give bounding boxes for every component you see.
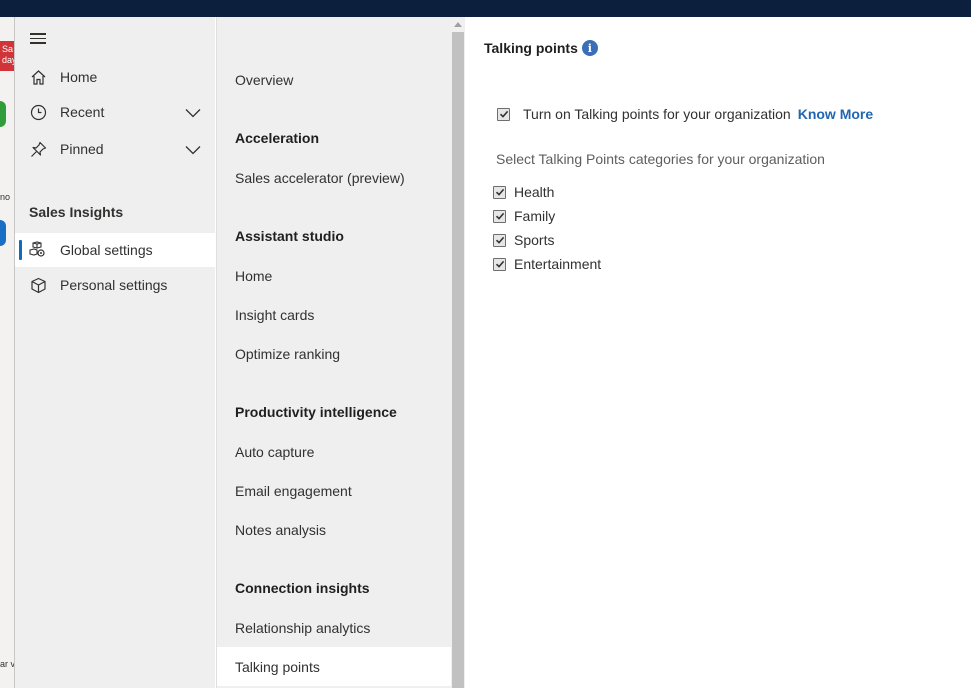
page-title: Talking points i: [484, 40, 598, 56]
scrollbar-thumb[interactable]: [452, 32, 464, 688]
hamburger-menu-icon[interactable]: [30, 33, 46, 44]
menu-item-relationship-analytics[interactable]: Relationship analytics: [217, 608, 452, 647]
menu-group-acceleration: Acceleration: [235, 130, 320, 146]
menu-group-productivity-intelligence: Productivity intelligence: [235, 404, 397, 420]
talking-points-panel: Talking points i Turn on Talking points …: [465, 17, 971, 688]
home-icon: [28, 69, 48, 86]
chevron-down-icon[interactable]: [185, 142, 201, 158]
settings-cubes-icon: [28, 241, 48, 259]
category-health: Health: [493, 184, 554, 200]
chevron-down-icon[interactable]: [185, 105, 201, 121]
enable-talking-points-checkbox[interactable]: [497, 107, 510, 121]
background-avatar-green: [0, 101, 6, 127]
sitemap-item-label: Global settings: [60, 242, 153, 258]
menu-item-sales-accelerator[interactable]: Sales accelerator (preview): [217, 158, 452, 197]
menu-item-optimize-ranking[interactable]: Optimize ranking: [217, 334, 452, 373]
menu-group-connection-insights: Connection insights: [235, 580, 370, 596]
background-badge-text-1: Sa: [2, 44, 14, 54]
sitemap-item-label: Home: [60, 69, 98, 85]
settings-menu: Overview Acceleration Sales accelerator …: [216, 17, 452, 688]
menu-item-notes-analysis[interactable]: Notes analysis: [217, 510, 452, 549]
category-family: Family: [493, 208, 555, 224]
background-snippet-1: no: [0, 192, 11, 202]
category-health-checkbox[interactable]: [493, 185, 506, 199]
menu-item-insight-cards[interactable]: Insight cards: [217, 295, 452, 334]
enable-talking-points-label: Turn on Talking points for your organiza…: [523, 106, 791, 122]
category-entertainment-checkbox[interactable]: [493, 257, 506, 271]
category-label: Sports: [514, 232, 555, 248]
background-avatar-blue: [0, 220, 6, 246]
menu-item-assistant-home[interactable]: Home: [217, 256, 452, 295]
menu-item-overview[interactable]: Overview: [217, 60, 452, 99]
sitemap-section-title: Sales Insights: [29, 204, 124, 220]
category-entertainment: Entertainment: [493, 256, 601, 272]
cube-icon: [28, 277, 48, 294]
category-family-checkbox[interactable]: [493, 209, 506, 223]
menu-scrollbar[interactable]: [451, 17, 465, 688]
category-sports-checkbox[interactable]: [493, 233, 506, 247]
clock-icon: [28, 104, 48, 121]
background-badge-text-2: day: [2, 55, 14, 65]
sitemap-item-global-settings[interactable]: Global settings: [15, 233, 215, 267]
sitemap-item-label: Pinned: [60, 141, 104, 157]
category-label: Health: [514, 184, 555, 200]
sitemap-nav: Home Recent Pinned Sales Insights Global…: [15, 17, 215, 688]
menu-group-assistant-studio: Assistant studio: [235, 228, 344, 244]
sitemap-item-label: Personal settings: [60, 277, 168, 293]
pin-icon: [28, 141, 48, 158]
menu-item-email-engagement[interactable]: Email engagement: [217, 471, 452, 510]
sitemap-item-pinned[interactable]: Pinned: [15, 132, 215, 166]
categories-label: Select Talking Points categories for you…: [496, 151, 825, 167]
menu-item-auto-capture[interactable]: Auto capture: [217, 432, 452, 471]
sitemap-item-home[interactable]: Home: [15, 60, 215, 94]
category-label: Entertainment: [514, 256, 602, 272]
info-icon[interactable]: i: [581, 40, 598, 56]
know-more-link[interactable]: Know More: [798, 106, 873, 122]
background-snippet-2: ar v: [0, 659, 15, 669]
background-app-strip: Sa day no ar v: [0, 17, 15, 688]
page-title-text: Talking points: [484, 40, 578, 56]
background-badge: Sa day: [0, 41, 14, 71]
sitemap-item-label: Recent: [60, 104, 105, 120]
top-bar: [0, 0, 971, 17]
sitemap-item-recent[interactable]: Recent: [15, 95, 215, 129]
menu-item-talking-points[interactable]: Talking points: [217, 647, 452, 686]
category-label: Family: [514, 208, 556, 224]
sitemap-item-personal-settings[interactable]: Personal settings: [15, 268, 215, 302]
category-sports: Sports: [493, 232, 554, 248]
scroll-up-arrow-icon[interactable]: [454, 22, 462, 27]
enable-talking-points-row: Turn on Talking points for your organiza…: [497, 106, 873, 122]
